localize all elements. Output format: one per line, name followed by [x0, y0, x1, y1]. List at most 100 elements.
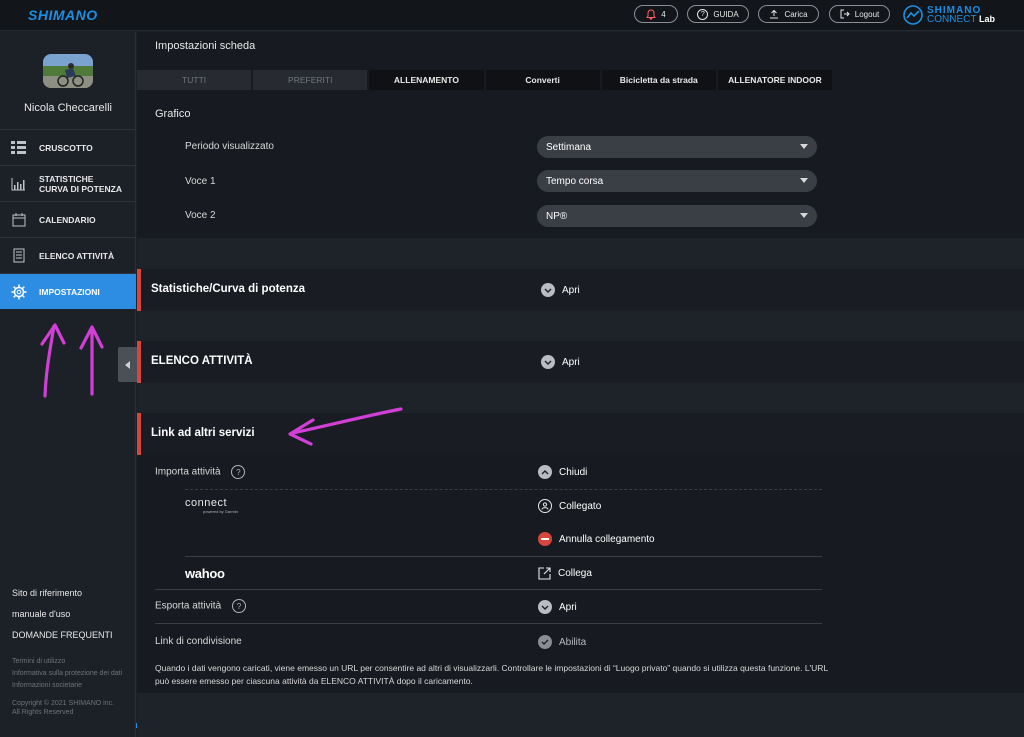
avatar-photo	[43, 54, 93, 88]
bell-icon	[646, 8, 657, 20]
item1-value: Tempo corsa	[546, 175, 604, 187]
user-icon	[538, 499, 552, 513]
reference-site-link[interactable]: Sito di riferimento	[12, 588, 113, 609]
tab-convert[interactable]: Converti	[485, 70, 602, 90]
import-row: Importa attività ?	[155, 465, 246, 479]
calendar-icon	[10, 211, 27, 228]
guide-button[interactable]: ? GUIDA	[687, 5, 749, 23]
help-icon[interactable]: ?	[231, 599, 246, 613]
sidebar-item-label: CALENDARIO	[39, 214, 96, 225]
links-section-header: Link ad altri servizi	[137, 413, 1024, 455]
logout-label: Logout	[854, 9, 880, 19]
logout-button[interactable]: Logout	[829, 5, 890, 23]
sidebar-item-label: IMPOSTAZIONI	[39, 286, 100, 297]
garmin-logo-text: connect	[185, 497, 228, 509]
caret-down-icon	[800, 144, 808, 149]
unlink-label: Annulla collegamento	[559, 533, 655, 545]
graph-title: Grafico	[155, 108, 191, 120]
tab-bar: TUTTI PREFERITI ALLENAMENTO Converti Bic…	[137, 70, 835, 90]
export-label: Esporta attività	[155, 600, 222, 612]
upload-icon	[770, 9, 779, 19]
company-info-link[interactable]: Informazioni societarie	[12, 680, 122, 692]
sidebar-item-calendar[interactable]: CALENDARIO	[0, 201, 136, 237]
item1-select[interactable]: Tempo corsa	[537, 170, 817, 192]
tab-road-bike[interactable]: Bicicletta da strada	[601, 70, 718, 90]
share-toggle-label: Abilita	[559, 636, 587, 648]
upload-button[interactable]: Carica	[758, 5, 819, 23]
garmin-logo-sub: powered by Garmin	[203, 509, 238, 514]
connect-wahoo-button[interactable]: Collega	[538, 567, 592, 580]
stats-section-title: Statistiche/Curva di potenza	[151, 283, 306, 295]
import-toggle-label: Chiudi	[559, 466, 588, 478]
help-icon: ?	[697, 8, 709, 20]
sidebar-collapse-button[interactable]	[118, 347, 137, 382]
share-label: Link di condivisione	[155, 636, 242, 647]
period-select[interactable]: Settimana	[537, 136, 817, 158]
help-icon[interactable]: ?	[231, 465, 246, 479]
connected-status: Collegato	[538, 499, 601, 513]
sidebar-item-activities[interactable]: ELENCO ATTIVITÀ	[0, 237, 136, 273]
stats-open-toggle[interactable]: Apri	[541, 283, 580, 297]
connected-label: Collegato	[559, 500, 602, 512]
brand-graph-icon	[903, 5, 923, 25]
minus-icon	[538, 532, 552, 546]
caret-down-icon	[800, 213, 808, 218]
faq-link[interactable]: DOMANDE FREQUENTI	[12, 630, 113, 651]
activities-section-title: ELENCO ATTIVITÀ	[151, 355, 253, 367]
item2-select[interactable]: NP®	[537, 205, 817, 227]
terms-link[interactable]: Termini di utilizzo	[12, 656, 122, 668]
tab-indoor-trainer[interactable]: ALLENATORE INDOOR	[717, 70, 835, 90]
import-close-toggle[interactable]: Chiudi	[538, 465, 587, 479]
brand-lab: Lab	[979, 14, 996, 24]
username: Nicola Checcarelli	[23, 102, 113, 114]
avatar[interactable]	[43, 54, 93, 88]
notifications-button[interactable]: 4	[634, 5, 678, 23]
shimano-logo[interactable]: SHIMANO	[28, 7, 98, 23]
dashboard-icon	[10, 139, 27, 156]
wahoo-logo: wahoo	[185, 566, 225, 581]
guide-label: GUIDA	[713, 9, 739, 19]
sidebar-item-label: STATISTICHE	[39, 173, 94, 184]
garmin-connect-logo: connect powered by Garmin	[185, 497, 238, 514]
sidebar-nav: CRUSCOTTO STATISTICHE CURVA DI POTENZA C…	[0, 129, 136, 309]
item1-label: Voce 1	[185, 176, 216, 187]
gear-icon	[10, 283, 27, 300]
links-section-body: Importa attività ? Chiudi connect powere…	[137, 455, 1024, 693]
list-icon	[10, 247, 27, 264]
activities-toggle-label: Apri	[562, 356, 580, 368]
share-enable-toggle[interactable]: Abilita	[538, 635, 586, 649]
sidebar-item-label: CURVA DI POTENZA	[39, 183, 122, 194]
activities-section-header[interactable]: ELENCO ATTIVITÀ Apri	[137, 341, 1024, 383]
stats-section-header[interactable]: Statistiche/Curva di potenza Apri	[137, 269, 1024, 311]
import-label: Importa attività	[155, 466, 221, 478]
logout-icon	[840, 9, 850, 19]
sidebar-item-dashboard[interactable]: CRUSCOTTO	[0, 129, 136, 165]
sidebar-item-power-curve[interactable]: STATISTICHE CURVA DI POTENZA	[0, 165, 136, 201]
unlink-button[interactable]: Annulla collegamento	[538, 532, 655, 546]
privacy-link[interactable]: Informativa sulla protezione dei dati	[12, 668, 122, 680]
main-content: Impostazioni scheda TUTTI PREFERITI ALLE…	[137, 32, 1024, 737]
copyright-line: Copyright © 2021 SHIMANO inc.	[12, 700, 115, 707]
divider	[185, 489, 822, 490]
shimano-connect-lab-logo[interactable]: SHIMANO CONNECT Lab	[903, 3, 995, 27]
sidebar-item-label: ELENCO ATTIVITÀ	[39, 250, 115, 261]
chevron-down-icon	[541, 283, 555, 297]
export-open-toggle[interactable]: Apri	[538, 600, 577, 614]
check-icon	[538, 635, 552, 649]
tab-settings-panel: Impostazioni scheda TUTTI PREFERITI ALLE…	[137, 32, 1024, 238]
tab-favorites[interactable]: PREFERITI	[253, 70, 370, 90]
sidebar-links: Sito di riferimento manuale d'uso DOMAND…	[12, 588, 113, 651]
tab-all[interactable]: TUTTI	[137, 70, 254, 90]
sidebar-item-settings[interactable]: IMPOSTAZIONI	[0, 273, 136, 309]
divider	[155, 623, 822, 624]
tab-training[interactable]: ALLENAMENTO	[369, 70, 486, 90]
user-manual-link[interactable]: manuale d'uso	[12, 609, 113, 630]
chevron-down-icon	[541, 355, 555, 369]
tab-settings-title: Impostazioni scheda	[155, 40, 256, 52]
export-toggle-label: Apri	[559, 601, 577, 613]
divider	[185, 556, 822, 557]
chart-icon	[10, 175, 27, 192]
activities-open-toggle[interactable]: Apri	[541, 355, 580, 369]
share-note: Quando i dati vengono caricati, viene em…	[155, 663, 828, 686]
upload-label: Carica	[784, 9, 808, 19]
